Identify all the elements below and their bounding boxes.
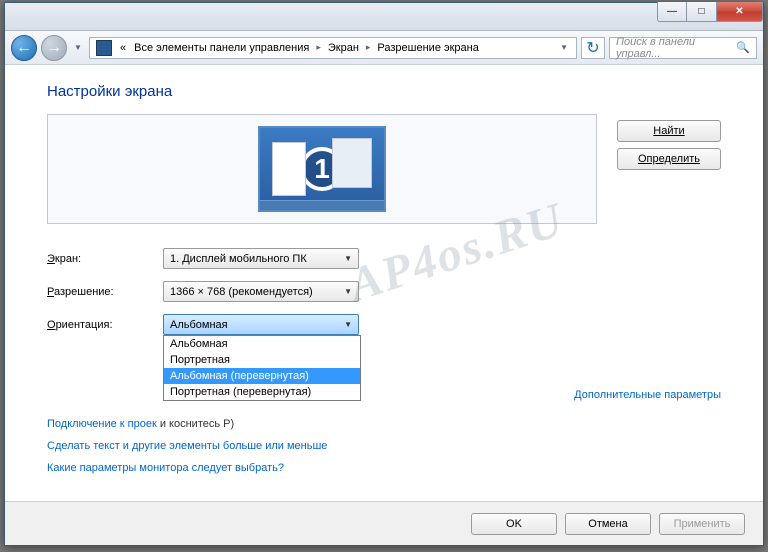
chevron-down-icon: ▼ <box>344 254 352 263</box>
resolution-value: 1366 × 768 (рекомендуется) <box>170 286 313 298</box>
refresh-button[interactable]: ↻ <box>581 37 605 59</box>
orientation-label: Ориентация: <box>47 319 163 331</box>
monitor-window-icon <box>332 138 372 188</box>
resolution-label: Разрешение: <box>47 286 163 298</box>
cancel-button[interactable]: Отмена <box>565 513 651 535</box>
monitor-taskbar-icon <box>260 200 384 210</box>
chevron-right-icon[interactable]: ▸ <box>363 42 374 53</box>
arrow-left-icon: ← <box>16 39 32 57</box>
content-area: Настройки экрана 1 Найти Определить Экра… <box>5 65 763 501</box>
orientation-option-landscape-flipped[interactable]: Альбомная (перевернутая) <box>164 368 360 384</box>
minimize-button[interactable]: — <box>657 2 687 22</box>
ok-button[interactable]: OK <box>471 513 557 535</box>
detect-button[interactable]: Определить <box>617 148 721 170</box>
breadcrumb-seg-control-panel[interactable]: Все элементы панели управления <box>130 38 313 58</box>
refresh-icon: ↻ <box>586 38 599 58</box>
orientation-combobox[interactable]: Альбомная ▼ Альбомная Портретная Альбомн… <box>163 314 359 335</box>
row-screen: Экран: 1. Дисплей мобильного ПК ▼ <box>47 248 721 269</box>
monitor-thumbnail[interactable]: 1 <box>258 126 386 212</box>
advanced-settings-link[interactable]: Дополнительные параметры <box>47 389 721 401</box>
maximize-button[interactable]: □ <box>687 2 717 22</box>
screen-combobox[interactable]: 1. Дисплей мобильного ПК ▼ <box>163 248 359 269</box>
apply-button[interactable]: Применить <box>659 513 745 535</box>
screen-value: 1. Дисплей мобильного ПК <box>170 253 307 265</box>
link-text-size[interactable]: Сделать текст и другие элементы больше и… <box>47 435 721 457</box>
window-controls: — □ ✕ <box>657 2 763 22</box>
button-bar: OK Отмена Применить <box>5 501 763 545</box>
breadcrumb-seg-screen[interactable]: Экран <box>324 38 363 58</box>
preview-row: 1 Найти Определить <box>47 114 721 224</box>
breadcrumb[interactable]: « Все элементы панели управления ▸ Экран… <box>89 37 577 59</box>
search-icon: 🔍 <box>736 41 750 54</box>
find-button[interactable]: Найти <box>617 120 721 142</box>
orientation-dropdown-list: Альбомная Портретная Альбомная (переверн… <box>163 335 361 401</box>
link-connect-projector[interactable]: Подключение к проек и коснитесь P) <box>47 413 721 435</box>
arrow-right-icon: → <box>46 39 62 57</box>
titlebar[interactable]: — □ ✕ <box>5 3 763 31</box>
page-title: Настройки экрана <box>47 83 721 100</box>
search-placeholder: Поиск в панели управл... <box>616 36 736 60</box>
control-panel-icon <box>96 40 112 56</box>
navbar: ← → ▼ « Все элементы панели управления ▸… <box>5 31 763 65</box>
monitor-window-icon <box>272 142 306 196</box>
breadcrumb-seg-resolution[interactable]: Разрешение экрана <box>373 38 482 58</box>
row-resolution: Разрешение: 1366 × 768 (рекомендуется) ▼ <box>47 281 721 302</box>
chevron-down-icon: ▼ <box>344 320 352 329</box>
resolution-combobox[interactable]: 1366 × 768 (рекомендуется) ▼ <box>163 281 359 302</box>
search-input[interactable]: Поиск в панели управл... 🔍 <box>609 37 757 59</box>
forward-button[interactable]: → <box>41 35 67 61</box>
breadcrumb-dropdown-icon[interactable]: ▼ <box>554 43 574 52</box>
screen-label: Экран: <box>47 253 163 265</box>
orientation-value: Альбомная <box>170 319 228 331</box>
nav-history-dropdown[interactable]: ▼ <box>71 38 85 58</box>
help-links: Подключение к проек и коснитесь P) Сдела… <box>47 413 721 479</box>
back-button[interactable]: ← <box>11 35 37 61</box>
window: — □ ✕ ← → ▼ « Все элементы панели управл… <box>4 2 764 546</box>
breadcrumb-prefix: « <box>116 38 130 58</box>
chevron-down-icon: ▼ <box>344 287 352 296</box>
orientation-option-landscape[interactable]: Альбомная <box>164 336 360 352</box>
orientation-option-portrait[interactable]: Портретная <box>164 352 360 368</box>
chevron-right-icon[interactable]: ▸ <box>313 42 324 53</box>
close-button[interactable]: ✕ <box>717 2 763 22</box>
link-which-monitor[interactable]: Какие параметры монитора следует выбрать… <box>47 457 721 479</box>
row-orientation: Ориентация: Альбомная ▼ Альбомная Портре… <box>47 314 721 335</box>
side-buttons: Найти Определить <box>617 114 721 170</box>
orientation-option-portrait-flipped[interactable]: Портретная (перевернутая) <box>164 384 360 400</box>
display-preview-box[interactable]: 1 <box>47 114 597 224</box>
